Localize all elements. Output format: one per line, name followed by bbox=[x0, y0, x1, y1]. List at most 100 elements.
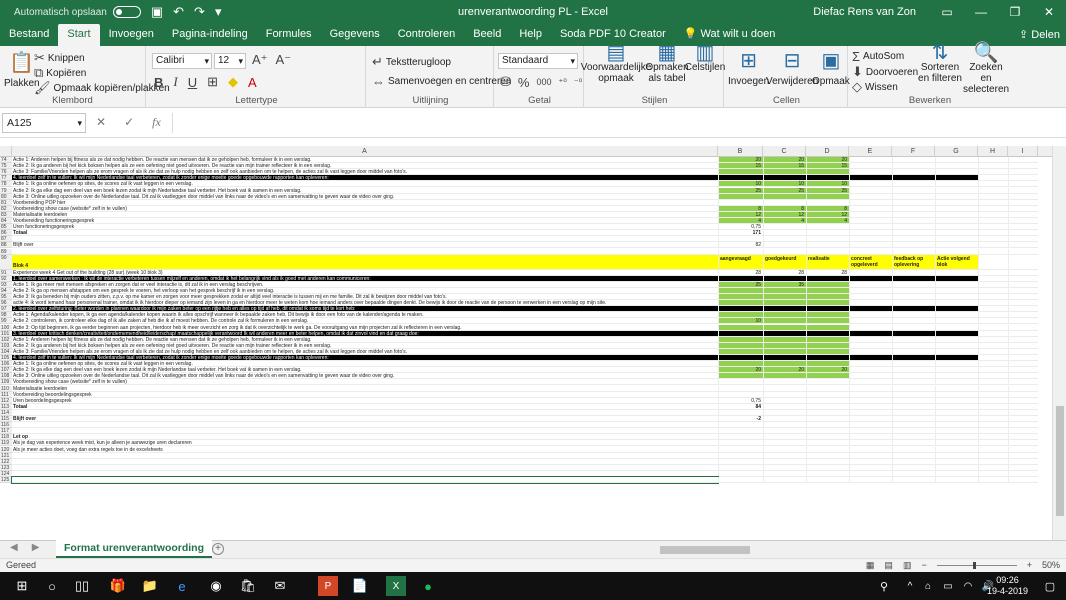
column-header-e[interactable]: E bbox=[849, 146, 892, 157]
formula-input[interactable] bbox=[172, 113, 1056, 133]
zoom-out-icon[interactable]: − bbox=[921, 559, 926, 572]
cell-i[interactable] bbox=[1008, 254, 1038, 270]
cell-a[interactable]: Blok 4 bbox=[12, 254, 718, 270]
tab-controleren[interactable]: Controleren bbox=[389, 24, 464, 46]
windows-start-icon[interactable]: ⊞ bbox=[12, 576, 32, 596]
column-header-d[interactable]: D bbox=[806, 146, 849, 157]
chrome-icon[interactable]: ◉ bbox=[206, 576, 226, 596]
underline-icon[interactable]: U bbox=[188, 75, 197, 90]
minimize-icon[interactable]: — bbox=[964, 0, 998, 24]
row-number[interactable]: 90 bbox=[0, 254, 12, 270]
select-all-corner[interactable] bbox=[0, 146, 12, 157]
format-as-table-button[interactable]: ▦ Opmaken als tabel bbox=[645, 43, 688, 84]
cell-c[interactable]: goedgekeurd bbox=[763, 254, 806, 270]
pdf-icon[interactable]: 📄 bbox=[350, 576, 370, 596]
task-view-icon[interactable]: ▯▯ bbox=[72, 576, 92, 596]
undo-icon[interactable]: ↶ bbox=[173, 4, 184, 20]
insert-function-icon[interactable]: fx bbox=[152, 115, 161, 130]
column-header-i[interactable]: I bbox=[1008, 146, 1038, 157]
close-icon[interactable]: ✕ bbox=[1032, 0, 1066, 24]
cell-e[interactable] bbox=[849, 477, 892, 484]
redo-icon[interactable]: ↷ bbox=[194, 4, 205, 20]
tab-start[interactable]: Start bbox=[58, 24, 100, 46]
tab-pagina-indeling[interactable]: Pagina-indeling bbox=[163, 24, 257, 46]
search-icon[interactable]: ○ bbox=[42, 576, 62, 596]
cell-d[interactable] bbox=[806, 477, 849, 484]
store-icon[interactable]: 🛍 bbox=[238, 576, 258, 596]
shrink-font-icon[interactable]: A⁻ bbox=[276, 52, 292, 68]
name-box[interactable]: A125 bbox=[2, 113, 86, 133]
prev-sheet-icon[interactable]: ◀ bbox=[10, 542, 18, 553]
normal-view-icon[interactable]: ▦ bbox=[866, 559, 875, 572]
save-icon[interactable]: ▣ bbox=[151, 4, 163, 20]
tray-chevron-icon[interactable]: ^ bbox=[900, 576, 920, 596]
next-sheet-icon[interactable]: ▶ bbox=[32, 542, 40, 553]
cell-d[interactable]: realisatie bbox=[806, 254, 849, 270]
spotify-icon[interactable]: ● bbox=[418, 576, 438, 596]
edge-icon[interactable]: e bbox=[172, 576, 192, 596]
thousands-icon[interactable]: 000 bbox=[536, 77, 551, 87]
cell-f[interactable]: feedback op oplevering bbox=[892, 254, 935, 270]
bold-icon[interactable]: B bbox=[154, 75, 163, 90]
decimal-increase-icon[interactable]: ⁺⁰ bbox=[559, 77, 567, 88]
sort-filter-button[interactable]: ⇅ Sorteren en filteren bbox=[918, 43, 962, 84]
cell-g[interactable]: Actie volgend blok bbox=[935, 254, 978, 270]
column-header-h[interactable]: H bbox=[978, 146, 1008, 157]
taskbar-clock[interactable]: 09:26 19-4-2019 bbox=[987, 575, 1028, 597]
format-cells-button[interactable]: ▣ Opmaak bbox=[812, 48, 850, 87]
tab-formules[interactable]: Formules bbox=[257, 24, 321, 46]
italic-icon[interactable]: I bbox=[173, 74, 177, 90]
vertical-scrollbar[interactable] bbox=[1052, 146, 1066, 540]
number-format-select[interactable]: Standaard bbox=[498, 53, 578, 69]
font-name-select[interactable]: Calibri bbox=[152, 53, 212, 69]
font-color-icon[interactable]: A bbox=[248, 75, 257, 90]
row-number[interactable]: 125 bbox=[0, 477, 12, 484]
merge-center-button[interactable]: ⇔ Samenvoegen en centreren bbox=[372, 74, 511, 89]
cell-h[interactable] bbox=[978, 477, 1008, 484]
cell-styles-button[interactable]: ▥ Celstijlen bbox=[685, 43, 726, 73]
cell-b[interactable]: aangevraagd bbox=[718, 254, 763, 270]
vertical-scroll-thumb[interactable] bbox=[1056, 406, 1064, 516]
column-header-a[interactable]: A bbox=[12, 146, 718, 157]
cell-e[interactable]: concreet opgeleverd bbox=[849, 254, 892, 270]
user-name[interactable]: Diefac Rens van Zon bbox=[813, 6, 916, 18]
insert-cells-button[interactable]: ⊞ Invoegen bbox=[728, 48, 769, 87]
autosave-toggle[interactable] bbox=[112, 6, 141, 18]
copy-button[interactable]: ⧉ Kopiëren bbox=[34, 65, 86, 81]
gift-app-icon[interactable]: 🎁 bbox=[108, 576, 128, 596]
autosum-button[interactable]: Σ AutoSom bbox=[852, 49, 904, 64]
network-icon[interactable]: ⌂ bbox=[918, 576, 938, 596]
horizontal-scroll-thumb[interactable] bbox=[660, 546, 750, 554]
page-layout-icon[interactable]: ▤ bbox=[884, 559, 893, 572]
people-icon[interactable]: ⚲ bbox=[874, 576, 894, 596]
delete-cells-button[interactable]: ⊟ Verwijderen bbox=[766, 48, 818, 87]
share-button[interactable]: ⇪ Delen bbox=[1019, 25, 1066, 46]
cell-c[interactable] bbox=[763, 477, 806, 484]
wrap-text-button[interactable]: ↵ Tekstterugloop bbox=[372, 54, 451, 70]
enter-icon[interactable]: ✓ bbox=[124, 115, 134, 130]
percent-icon[interactable]: % bbox=[518, 75, 530, 90]
cell-i[interactable] bbox=[1008, 477, 1038, 484]
customize-icon[interactable]: ▾ bbox=[215, 4, 222, 20]
excel-taskbar-icon[interactable]: X bbox=[386, 576, 406, 596]
tell-me-search[interactable]: 💡 Wat wilt u doen bbox=[675, 24, 785, 46]
tab-help[interactable]: Help bbox=[510, 24, 551, 46]
zoom-level[interactable]: 50% bbox=[1042, 559, 1060, 572]
add-sheet-icon[interactable]: + bbox=[212, 543, 224, 555]
tab-gegevens[interactable]: Gegevens bbox=[321, 24, 389, 46]
currency-icon[interactable]: ⛁ bbox=[500, 74, 511, 90]
horizontal-scrollbar[interactable] bbox=[640, 545, 1040, 555]
column-header-g[interactable]: G bbox=[935, 146, 978, 157]
zoom-in-icon[interactable]: + bbox=[1027, 559, 1032, 572]
battery-icon[interactable]: ▭ bbox=[938, 576, 958, 596]
cell-h[interactable] bbox=[978, 254, 1008, 270]
restore-icon[interactable]: ❐ bbox=[998, 0, 1032, 24]
ribbon-display-icon[interactable]: ▭ bbox=[930, 0, 964, 24]
borders-icon[interactable]: ⊞ bbox=[207, 74, 218, 90]
conditional-formatting-button[interactable]: ▤ Voorwaardelijke opmaak bbox=[581, 43, 652, 84]
worksheet-grid[interactable]: ABCDEFGHI 74 Actie 1: Anderen helpen bij … bbox=[0, 146, 1052, 540]
clear-button[interactable]: ◇ Wissen bbox=[852, 79, 898, 95]
cell-a[interactable] bbox=[11, 475, 719, 485]
tab-invoegen[interactable]: Invoegen bbox=[100, 24, 163, 46]
wifi-icon[interactable]: ◠ bbox=[958, 576, 978, 596]
